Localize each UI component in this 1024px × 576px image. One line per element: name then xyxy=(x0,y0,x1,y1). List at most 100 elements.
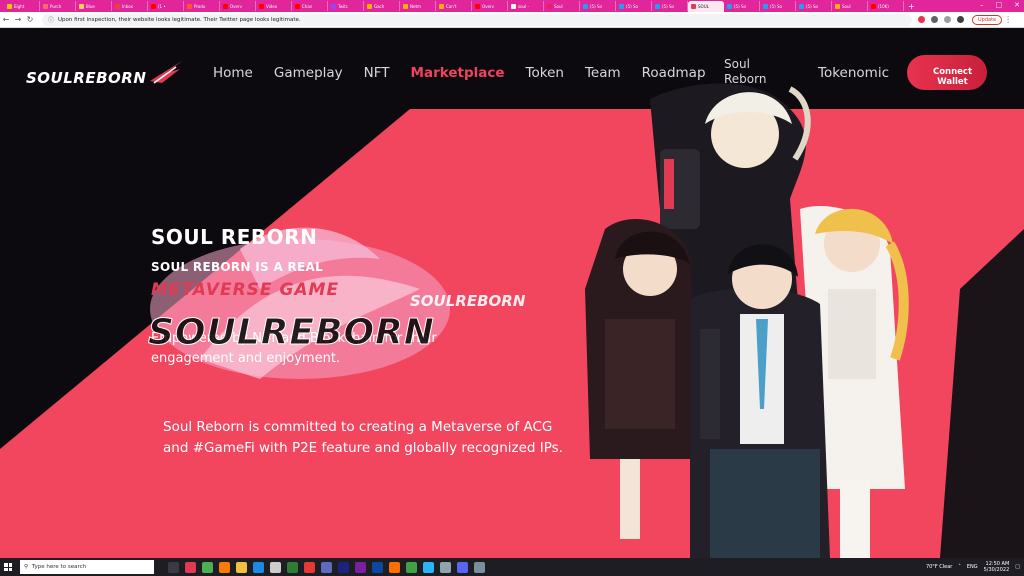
app-icon[interactable] xyxy=(440,561,451,573)
app-icon[interactable] xyxy=(423,561,434,573)
tab-favicon-icon xyxy=(727,3,732,9)
connect-line1: Connect xyxy=(932,66,973,77)
tab-label: Soul xyxy=(842,3,851,9)
back-icon[interactable]: ← xyxy=(0,15,12,24)
browser-tab[interactable]: Blue xyxy=(76,1,112,11)
nav-item-nft[interactable]: NFT xyxy=(364,65,390,81)
taskbar-apps xyxy=(168,561,485,573)
forward-icon[interactable]: → xyxy=(12,15,24,24)
browser-tab[interactable]: Produ xyxy=(184,1,220,11)
tab-label: Soul xyxy=(554,3,563,9)
close-icon[interactable]: ✕ xyxy=(1014,1,1020,9)
update-button[interactable]: Update xyxy=(972,14,1003,25)
nav-item-roadmap[interactable]: Roadmap xyxy=(642,65,706,81)
site-logo[interactable]: SOULREBORN xyxy=(26,69,146,87)
clock[interactable]: 12:50 AM 5/30/2022 xyxy=(984,561,1010,573)
tray-chevron-icon[interactable]: ˄ xyxy=(958,564,961,570)
url-input[interactable]: ⓘ Upon first inspection, their website l… xyxy=(42,13,912,26)
taskbar-search-input[interactable]: ⚲ Type here to search xyxy=(20,560,154,574)
tab-label: Purch xyxy=(50,3,62,9)
browser-tab[interactable]: Gach xyxy=(364,1,400,11)
address-bar: ← → ↻ ⓘ Upon first inspection, their web… xyxy=(0,12,1024,28)
profile-avatar[interactable] xyxy=(957,16,964,23)
tab-favicon-icon xyxy=(871,3,876,9)
task-view-icon[interactable] xyxy=(168,561,179,573)
nav-item-gameplay[interactable]: Gameplay xyxy=(274,65,343,81)
browser-tab[interactable]: Soul xyxy=(544,1,580,11)
new-tab-button[interactable]: + xyxy=(908,2,915,11)
browser-tab[interactable]: Can't xyxy=(436,1,472,11)
app-icon[interactable] xyxy=(270,561,281,573)
tab-favicon-icon xyxy=(835,3,840,9)
app-icon[interactable] xyxy=(406,561,417,573)
tab-label: Gach xyxy=(374,3,385,9)
browser-tab[interactable]: (5) So xyxy=(724,1,760,11)
info-icon[interactable]: ⓘ xyxy=(48,15,54,24)
browser-tab[interactable]: soul - xyxy=(508,1,544,11)
browser-tab[interactable]: (5) So xyxy=(580,1,616,11)
browser-tab[interactable]: Purch xyxy=(40,1,76,11)
tab-favicon-icon xyxy=(655,3,660,9)
kebab-menu-icon[interactable]: ⋮ xyxy=(1002,15,1014,24)
tab-label: Produ xyxy=(194,3,206,9)
browser-tab[interactable]: Overv xyxy=(472,1,508,11)
minimize-icon[interactable]: – xyxy=(980,1,984,9)
browser-tab[interactable]: Inbox xyxy=(112,1,148,11)
weather-widget[interactable]: 70°F Clear xyxy=(926,564,952,570)
tab-favicon-icon xyxy=(439,3,444,9)
discord-icon[interactable] xyxy=(457,561,468,573)
nav-item-marketplace[interactable]: Marketplace xyxy=(411,65,505,81)
puzzle-icon[interactable] xyxy=(944,16,951,23)
firefox-icon[interactable] xyxy=(219,561,230,573)
edge-icon[interactable] xyxy=(253,561,264,573)
tab-favicon-icon xyxy=(7,3,12,9)
browser-tab[interactable]: Twitc xyxy=(328,1,364,11)
browser-tab[interactable]: Overv xyxy=(220,1,256,11)
browser-tab[interactable]: (5) So xyxy=(796,1,832,11)
nav-soul-line1: Soul xyxy=(724,57,750,71)
windows-start-icon[interactable] xyxy=(0,558,16,576)
tab-favicon-icon xyxy=(511,3,516,9)
folder-icon[interactable] xyxy=(236,561,247,573)
nav-item-token[interactable]: Token xyxy=(526,65,564,81)
chrome-icon[interactable] xyxy=(202,561,213,573)
nav-soul-line2: Reborn xyxy=(724,72,767,86)
browser-tab[interactable]: (5) So xyxy=(760,1,796,11)
language-indicator[interactable]: ENG xyxy=(967,564,978,570)
browser-tab[interactable]: (10K) xyxy=(868,1,904,11)
tab-label: Blue xyxy=(86,3,95,9)
maximize-icon[interactable]: □ xyxy=(996,1,1003,9)
nav-item-tokenomic[interactable]: Tokenomic xyxy=(818,65,889,81)
nav-item-team[interactable]: Team xyxy=(585,65,621,81)
browser-tab[interactable]: Chan xyxy=(292,1,328,11)
app-icon[interactable] xyxy=(389,561,400,573)
browser-tab[interactable]: Netm xyxy=(400,1,436,11)
reload-icon[interactable]: ↻ xyxy=(24,15,36,24)
premiere-icon[interactable] xyxy=(338,561,349,573)
app-icon[interactable] xyxy=(304,561,315,573)
app-icon[interactable] xyxy=(321,561,332,573)
browser-tab[interactable]: SOUL xyxy=(688,1,724,12)
extension-icon[interactable] xyxy=(918,16,925,23)
nav-item-home[interactable]: Home xyxy=(213,65,253,81)
browser-tab[interactable]: (1 • xyxy=(148,1,184,11)
app-icon[interactable] xyxy=(474,561,485,573)
window-controls: – □ ✕ xyxy=(980,1,1020,9)
browser-tab[interactable]: (5) So xyxy=(652,1,688,11)
app-icon[interactable] xyxy=(287,561,298,573)
description-text: Soul Reborn is committed to creating a M… xyxy=(163,419,564,456)
browser-tab[interactable]: Video xyxy=(256,1,292,11)
tab-label: Overv xyxy=(230,3,242,9)
app-icon[interactable] xyxy=(185,561,196,573)
photoshop-icon[interactable] xyxy=(372,561,383,573)
app-icon[interactable] xyxy=(355,561,366,573)
extension-icon[interactable] xyxy=(931,16,938,23)
browser-tab[interactable]: Soul xyxy=(832,1,868,11)
nav-item-soul-reborn[interactable]: Soul Reborn xyxy=(724,57,766,87)
tab-favicon-icon xyxy=(547,3,552,9)
tab-favicon-icon xyxy=(691,4,696,9)
connect-wallet-button[interactable]: Connect Wallet xyxy=(907,55,987,90)
browser-tab[interactable]: (5) So xyxy=(616,1,652,11)
notification-icon[interactable]: □ xyxy=(1015,564,1020,570)
browser-tab[interactable]: Eight xyxy=(4,1,40,11)
